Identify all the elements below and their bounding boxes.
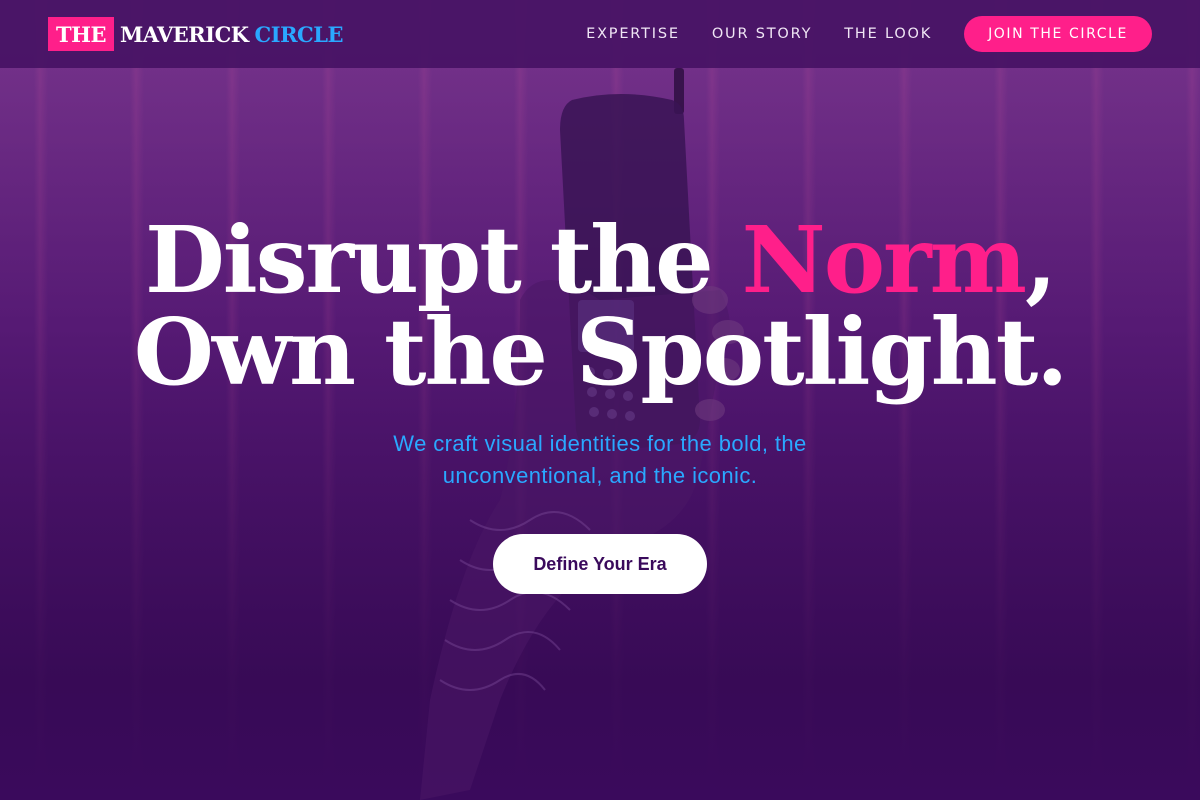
define-your-era-button[interactable]: Define Your Era (493, 534, 707, 594)
hero-subhead: We craft visual identities for the bold,… (393, 431, 807, 488)
brand-logo[interactable]: THE MAVERICK CIRCLE (48, 17, 344, 51)
hero-section: Disrupt the Norm, Own the Spotlight. We … (0, 68, 1200, 800)
logo-circle: CIRCLE (254, 21, 344, 47)
hero-headline: Disrupt the Norm, Own the Spotlight. (134, 214, 1068, 398)
nav-link-our-story[interactable]: OUR STORY (712, 26, 812, 42)
logo-the-badge: THE (48, 17, 114, 51)
logo-maverick: MAVERICK (119, 21, 249, 47)
headline-line2: Own the Spotlight. (133, 298, 1068, 406)
main-nav: EXPERTISE OUR STORY THE LOOK JOIN THE CI… (586, 16, 1152, 52)
nav-link-expertise[interactable]: EXPERTISE (586, 26, 680, 42)
join-circle-button[interactable]: JOIN THE CIRCLE (964, 16, 1152, 52)
top-navbar: THE MAVERICK CIRCLE EXPERTISE OUR STORY … (0, 0, 1200, 68)
nav-link-the-look[interactable]: THE LOOK (844, 26, 932, 42)
